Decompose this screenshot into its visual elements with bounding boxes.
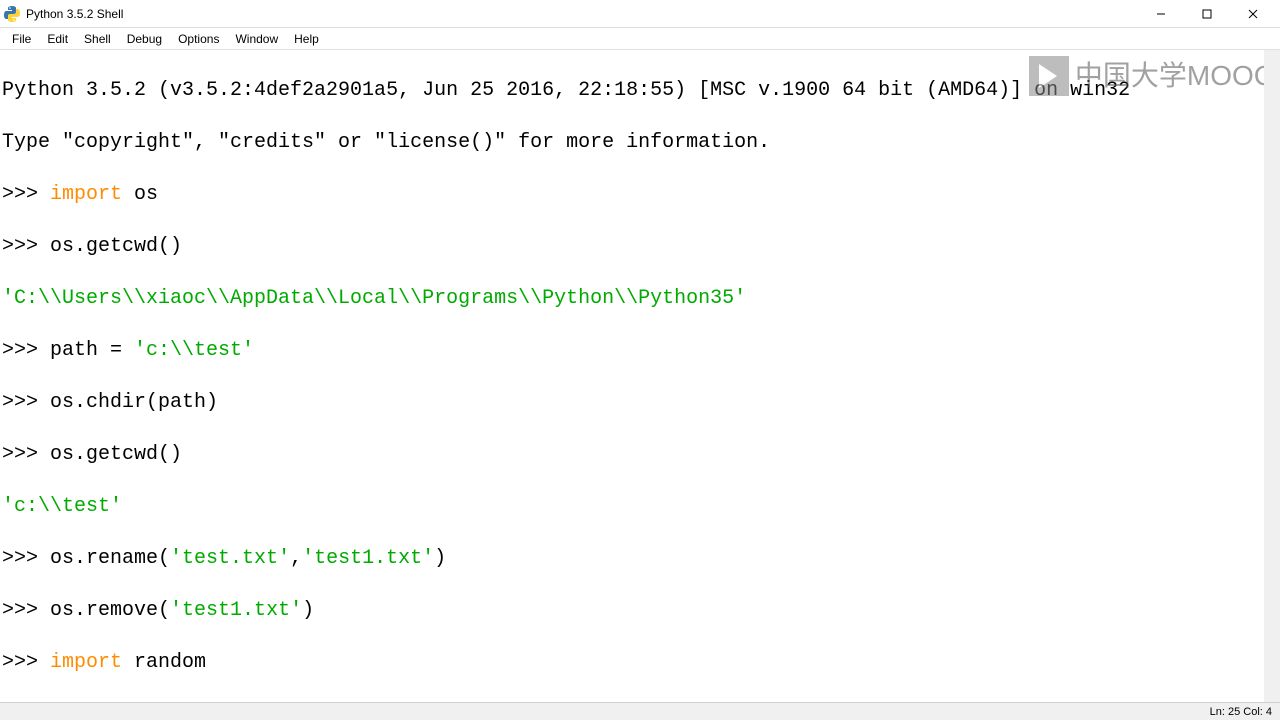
minimize-button[interactable]	[1138, 0, 1184, 28]
menu-file[interactable]: File	[4, 30, 39, 48]
menu-help[interactable]: Help	[286, 30, 327, 48]
play-icon	[1029, 56, 1069, 96]
code-line: >>> import random	[2, 650, 1278, 676]
cursor-position: Ln: 25 Col: 4	[1210, 706, 1272, 718]
output-line: 'c:\\test'	[2, 494, 1278, 520]
code-line: >>> os.rename('test.txt','test1.txt')	[2, 546, 1278, 572]
statusbar: Ln: 25 Col: 4	[0, 702, 1280, 720]
python-icon	[4, 6, 20, 22]
scrollbar[interactable]	[1264, 50, 1280, 702]
watermark-text: 中国大学MOOC	[1075, 63, 1274, 89]
menu-edit[interactable]: Edit	[39, 30, 76, 48]
output-line: 'C:\\Users\\xiaoc\\AppData\\Local\\Progr…	[2, 286, 1278, 312]
menu-window[interactable]: Window	[227, 30, 286, 48]
titlebar: Python 3.5.2 Shell	[0, 0, 1280, 28]
window-controls	[1138, 0, 1276, 28]
code-line: >>> os.getcwd()	[2, 442, 1278, 468]
code-line: >>> path = 'c:\\test'	[2, 338, 1278, 364]
close-button[interactable]	[1230, 0, 1276, 28]
menu-shell[interactable]: Shell	[76, 30, 119, 48]
banner-line: Type "copyright", "credits" or "license(…	[2, 130, 1278, 156]
code-line: >>> import os	[2, 182, 1278, 208]
code-line: >>> os.chdir(path)	[2, 390, 1278, 416]
menu-options[interactable]: Options	[170, 30, 227, 48]
code-line: >>> os.getcwd()	[2, 234, 1278, 260]
menubar: File Edit Shell Debug Options Window Hel…	[0, 28, 1280, 50]
window-title: Python 3.5.2 Shell	[26, 7, 1138, 21]
menu-debug[interactable]: Debug	[119, 30, 170, 48]
code-line: >>> os.remove('test1.txt')	[2, 598, 1278, 624]
shell-text-area[interactable]: Python 3.5.2 (v3.5.2:4def2a2901a5, Jun 2…	[0, 50, 1280, 702]
maximize-button[interactable]	[1184, 0, 1230, 28]
watermark: 中国大学MOOC	[1029, 56, 1274, 96]
